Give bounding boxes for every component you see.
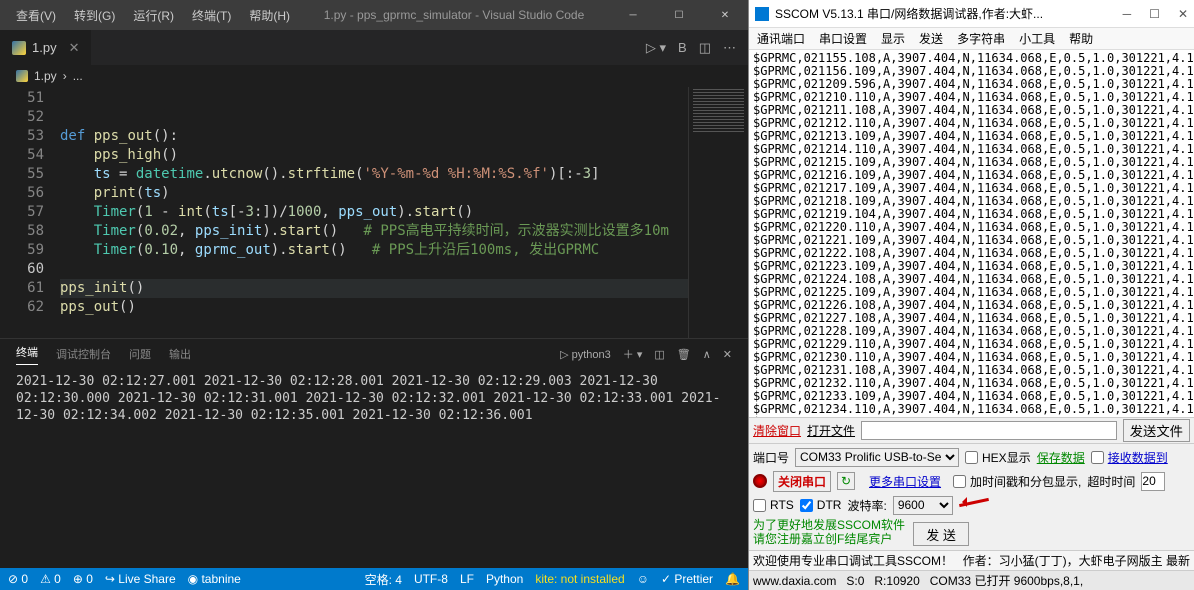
terminal-output[interactable]: 2021-12-30 02:12:27.001 2021-12-30 02:12…	[0, 369, 748, 568]
status-ports[interactable]: ⊕ 0	[73, 572, 93, 586]
minimize-icon[interactable]: ─	[1123, 7, 1132, 21]
status-bell-icon[interactable]: 🔔	[725, 572, 740, 586]
kill-terminal-icon[interactable]: 🗑	[677, 348, 691, 361]
menu-item[interactable]: 串口设置	[819, 30, 867, 47]
menu-item[interactable]: 通讯端口	[757, 30, 805, 47]
sscom-menu: 通讯端口串口设置显示发送多字符串小工具帮助	[749, 28, 1194, 50]
bold-icon[interactable]: B	[678, 40, 687, 55]
vscode-titlebar: 查看(V)转到(G)运行(R)终端(T)帮助(H) 1.py - pps_gpr…	[0, 0, 748, 30]
status-prettier[interactable]: ✓ Prettier	[661, 572, 713, 586]
maximize-panel-icon[interactable]: ∧	[703, 348, 711, 361]
more-icon[interactable]: ⋯	[723, 40, 736, 56]
python-icon	[16, 70, 28, 82]
code-editor[interactable]: 515253545556575859606162 def pps_out(): …	[0, 87, 748, 338]
minimize-icon[interactable]: ─	[610, 0, 656, 30]
sscom-app-icon	[755, 7, 769, 21]
footer-com-status: COM33 已打开 9600bps,8,1,	[930, 572, 1083, 589]
menu-item[interactable]: 转到(G)	[66, 3, 123, 28]
menu-item[interactable]: 查看(V)	[8, 3, 64, 28]
close-icon[interactable]: ✕	[1178, 7, 1188, 21]
status-feedback-icon[interactable]: ☺	[637, 572, 649, 586]
tab-terminal[interactable]: 终端	[16, 344, 38, 365]
baud-label: 波特率:	[847, 497, 886, 514]
window-title: 1.py - pps_gprmc_simulator - Visual Stud…	[298, 8, 610, 22]
menu-item[interactable]: 显示	[881, 30, 905, 47]
menu-item[interactable]: 帮助(H)	[241, 3, 298, 28]
tab-bar: 1.py ✕ ▷ ▾ B ◫ ⋯	[0, 30, 748, 65]
status-bar: ⊘ 0 ⚠ 0 ⊕ 0 ↪ Live Share ◉ tabnine 空格: 4…	[0, 568, 748, 590]
baud-select[interactable]: 9600	[893, 496, 953, 515]
footer-recv: R:10920	[874, 574, 919, 588]
sscom-note: 为了更好地发展SSCOM软件 请您注册嘉立创F结尾宾户	[753, 518, 905, 546]
status-eol[interactable]: LF	[460, 572, 474, 586]
menu-item[interactable]: 终端(T)	[184, 3, 239, 28]
hex-checkbox[interactable]: HEX显示	[965, 449, 1031, 466]
more-settings-link[interactable]: 更多串口设置	[869, 473, 941, 490]
status-kite[interactable]: kite: not installed	[535, 572, 624, 586]
timestamp-checkbox[interactable]: 加时间戳和分包显示,	[953, 473, 1081, 490]
new-terminal-icon[interactable]: ＋ ▾	[623, 346, 643, 362]
python-icon	[12, 41, 26, 55]
status-led-icon	[753, 474, 767, 488]
maximize-icon[interactable]: ☐	[1149, 7, 1160, 21]
timeout-label: 超时时间	[1087, 473, 1135, 490]
bottom-panel: 终端 调试控制台 问题 输出 ▷ python3 ＋ ▾ ◫ 🗑 ∧ ✕ 202…	[0, 338, 748, 568]
send-file-button[interactable]: 发送文件	[1123, 419, 1190, 442]
status-tabnine[interactable]: ◉ tabnine	[188, 572, 241, 586]
tab-1py[interactable]: 1.py ✕	[0, 30, 92, 65]
port-select[interactable]: COM33 Prolific USB-to-Seri	[795, 448, 959, 467]
clear-window-link[interactable]: 清除窗口	[753, 422, 801, 439]
close-port-button[interactable]: 关闭串口	[773, 471, 831, 492]
footer-author: 作者：习小猛(丁丁)，大虾电子网版主 最新	[963, 552, 1190, 569]
status-warnings[interactable]: ⚠ 0	[40, 572, 61, 586]
sscom-titlebar: SSCOM V5.13.1 串口/网络数据调试器,作者:大虾... ─ ☐ ✕	[749, 0, 1194, 28]
menu-item[interactable]: 发送	[919, 30, 943, 47]
tab-close-icon[interactable]: ✕	[69, 40, 80, 56]
dtr-checkbox[interactable]: DTR	[800, 498, 842, 512]
status-spaces[interactable]: 空格: 4	[365, 571, 402, 588]
arrow-annotation-icon	[959, 495, 999, 515]
rts-checkbox[interactable]: RTS	[753, 498, 794, 512]
recv-checkbox[interactable]: 接收数据到	[1091, 449, 1168, 466]
menu-item[interactable]: 帮助	[1069, 30, 1093, 47]
split-icon[interactable]: ◫	[699, 40, 711, 56]
status-liveshare[interactable]: ↪ Live Share	[105, 572, 176, 586]
minimap[interactable]	[688, 87, 748, 338]
footer-sent: S:0	[846, 574, 864, 588]
breadcrumb[interactable]: 1.py › ...	[0, 65, 748, 87]
send-button[interactable]: 发 送	[913, 522, 969, 546]
footer-url[interactable]: www.daxia.com	[753, 574, 836, 588]
maximize-icon[interactable]: ☐	[656, 0, 702, 30]
reload-icon[interactable]: ↻	[837, 472, 855, 490]
tab-output[interactable]: 输出	[169, 346, 191, 362]
run-icon[interactable]: ▷ ▾	[646, 40, 666, 56]
sscom-output[interactable]: $GPRMC,021155.108,A,3907.404,N,11634.068…	[749, 50, 1194, 417]
menu-item[interactable]: 运行(R)	[125, 3, 182, 28]
status-errors[interactable]: ⊘ 0	[8, 572, 28, 586]
tab-debug-console[interactable]: 调试控制台	[56, 346, 111, 362]
timeout-input[interactable]	[1141, 472, 1165, 491]
split-terminal-icon[interactable]: ◫	[654, 348, 664, 361]
open-file-link[interactable]: 打开文件	[807, 422, 855, 439]
close-panel-icon[interactable]: ✕	[723, 348, 732, 361]
status-encoding[interactable]: UTF-8	[414, 572, 448, 586]
menu-item[interactable]: 多字符串	[957, 30, 1005, 47]
file-path-input[interactable]	[861, 421, 1117, 440]
close-icon[interactable]: ✕	[702, 0, 748, 30]
footer-welcome: 欢迎使用专业串口调试工具SSCOM！	[753, 552, 953, 569]
menu-item[interactable]: 小工具	[1019, 30, 1055, 47]
save-data-link[interactable]: 保存数据	[1037, 449, 1085, 466]
status-language[interactable]: Python	[486, 572, 523, 586]
terminal-dropdown[interactable]: ▷ python3	[560, 348, 611, 361]
port-label: 端口号	[753, 449, 789, 466]
tab-problems[interactable]: 问题	[129, 346, 151, 362]
